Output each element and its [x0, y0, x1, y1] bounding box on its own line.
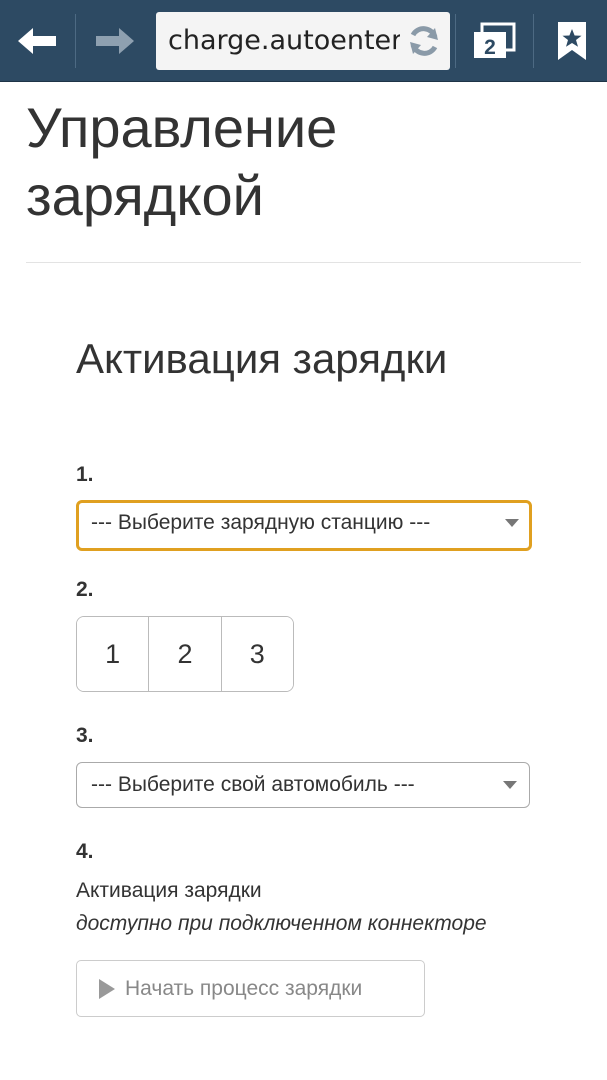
section-title: Активация зарядки: [76, 335, 448, 382]
dropdown-arrow-icon: [505, 519, 519, 527]
bookmark-star-icon: [557, 21, 586, 60]
url-text: charge.autoenter: [168, 25, 400, 56]
address-bar[interactable]: charge.autoenter: [156, 12, 450, 70]
browser-toolbar: charge.autoenter 2: [0, 0, 607, 82]
toolbar-separator: [455, 14, 456, 68]
page-title: Управление зарядкой: [26, 96, 338, 227]
tabs-icon: 2: [474, 22, 516, 59]
connector-2-button[interactable]: 2: [149, 617, 222, 691]
connector-button-group: 1 2 3: [76, 616, 294, 692]
charging-station-select-value: --- Выберите зарядную станцию ---: [91, 511, 431, 534]
dropdown-arrow-icon: [503, 781, 517, 789]
vehicle-select[interactable]: --- Выберите свой автомобиль ---: [76, 762, 530, 808]
vehicle-select-value: --- Выберите свой автомобиль ---: [91, 773, 415, 796]
connector-1-button[interactable]: 1: [77, 617, 150, 691]
step-2-label: 2.: [76, 578, 94, 601]
arrow-left-icon: [17, 27, 56, 54]
charging-station-select[interactable]: --- Выберите зарядную станцию ---: [76, 500, 532, 551]
refresh-icon[interactable]: [406, 23, 442, 59]
arrow-right-icon: [95, 27, 134, 54]
back-button[interactable]: [0, 0, 75, 81]
start-charging-button[interactable]: Начать процесс зарядки: [76, 960, 425, 1017]
bookmark-button[interactable]: [536, 0, 607, 81]
toolbar-separator: [533, 14, 534, 68]
step-1-label: 1.: [76, 463, 94, 486]
step-4-label: 4.: [76, 840, 94, 863]
tab-count: 2: [484, 36, 496, 59]
forward-button[interactable]: [76, 0, 151, 81]
play-icon: [99, 978, 115, 999]
connector-3-button[interactable]: 3: [221, 617, 293, 691]
divider: [26, 262, 581, 263]
activation-label: Активация зарядки: [76, 879, 262, 902]
step-3-label: 3.: [76, 724, 94, 747]
start-charging-label: Начать процесс зарядки: [125, 976, 363, 1000]
tabs-button[interactable]: 2: [460, 0, 530, 81]
activation-note: доступно при подключенном коннекторе: [76, 912, 487, 935]
